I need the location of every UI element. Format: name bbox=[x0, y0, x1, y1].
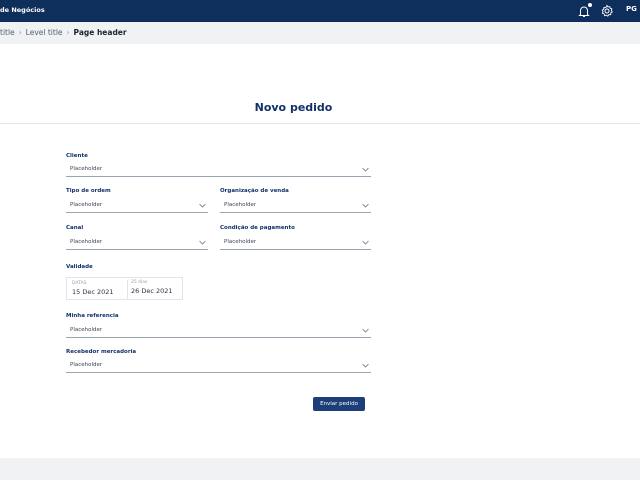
chevron-down-icon bbox=[199, 240, 206, 245]
top-app-bar: de Negócios PG bbox=[0, 0, 640, 22]
end-date-caption: 25 dias bbox=[131, 280, 148, 285]
organizacao-venda-value: Placeholder bbox=[224, 202, 257, 208]
gear-icon[interactable] bbox=[599, 3, 615, 19]
condicao-pagamento-label: Condição de pagamento bbox=[220, 225, 295, 231]
avatar[interactable]: PG bbox=[626, 5, 637, 13]
canal-value: Placeholder bbox=[70, 239, 103, 245]
recebedor-mercadoria-select[interactable]: Placeholder bbox=[66, 360, 371, 373]
condicao-pagamento-value: Placeholder bbox=[224, 239, 257, 245]
tipo-ordem-value: Placeholder bbox=[70, 202, 103, 208]
divider bbox=[0, 123, 640, 124]
breadcrumb-bar: title › Level title › Page header bbox=[0, 22, 640, 44]
minha-referencia-select[interactable]: Placeholder bbox=[66, 325, 371, 338]
start-date-value: 15 Dec 2021 bbox=[72, 288, 114, 296]
cliente-select[interactable]: Placeholder bbox=[66, 164, 371, 177]
end-date[interactable]: 25 dias 26 Dec 2021 bbox=[127, 280, 173, 299]
footer bbox=[0, 458, 640, 480]
canal-select[interactable]: Placeholder bbox=[66, 237, 208, 250]
tipo-ordem-select[interactable]: Placeholder bbox=[66, 200, 208, 213]
recebedor-mercadoria-value: Placeholder bbox=[70, 362, 103, 368]
canal-label: Canal bbox=[66, 225, 84, 231]
organizacao-venda-select[interactable]: Placeholder bbox=[220, 200, 371, 213]
cliente-label: Cliente bbox=[66, 153, 88, 159]
notification-dot bbox=[588, 3, 592, 7]
date-range-picker[interactable]: DATAS 15 Dec 2021 25 dias 26 Dec 2021 bbox=[66, 277, 183, 300]
end-date-value: 26 Dec 2021 bbox=[131, 287, 173, 295]
breadcrumb-item[interactable]: title bbox=[0, 28, 15, 37]
start-date-caption: DATAS bbox=[72, 281, 87, 286]
app-title: de Negócios bbox=[0, 6, 45, 14]
recebedor-mercadoria-label: Recebedor mercadoria bbox=[66, 349, 137, 355]
chevron-down-icon bbox=[362, 328, 369, 333]
chevron-down-icon bbox=[362, 167, 369, 172]
enviar-pedido-button[interactable]: Enviar pedido bbox=[313, 397, 365, 411]
minha-referencia-label: Minha referencia bbox=[66, 313, 119, 319]
chevron-down-icon bbox=[199, 203, 206, 208]
minha-referencia-value: Placeholder bbox=[70, 327, 103, 333]
tipo-ordem-label: Tipo de ordem bbox=[66, 188, 111, 194]
chevron-right-icon: › bbox=[18, 28, 22, 37]
start-date[interactable]: DATAS 15 Dec 2021 bbox=[72, 281, 114, 296]
chevron-right-icon: › bbox=[66, 28, 70, 37]
breadcrumb-current: Page header bbox=[73, 28, 127, 37]
breadcrumb: title › Level title › Page header bbox=[0, 28, 127, 37]
chevron-down-icon bbox=[362, 203, 369, 208]
validade-label: Validade bbox=[66, 264, 93, 270]
cliente-value: Placeholder bbox=[70, 166, 103, 172]
organizacao-venda-label: Organização de venda bbox=[220, 188, 289, 194]
chevron-down-icon bbox=[362, 240, 369, 245]
breadcrumb-item[interactable]: Level title bbox=[26, 28, 63, 37]
condicao-pagamento-select[interactable]: Placeholder bbox=[220, 237, 371, 250]
chevron-down-icon bbox=[362, 363, 369, 368]
page-title: Novo pedido bbox=[254, 101, 333, 114]
